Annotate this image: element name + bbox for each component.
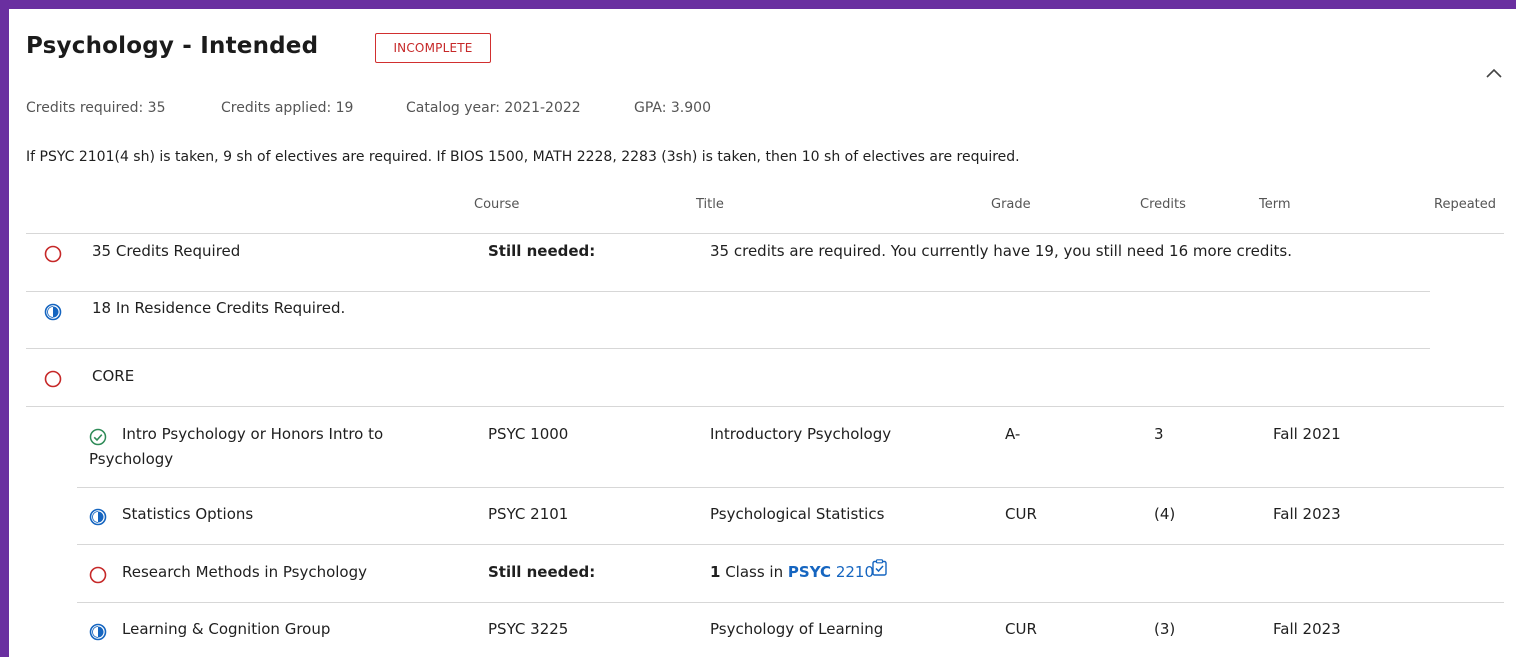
circle-outline-icon	[89, 566, 107, 584]
course-code[interactable]: PSYC 2101	[488, 505, 568, 523]
row-divider	[77, 487, 1504, 488]
credits: 3	[1154, 425, 1164, 443]
half-circle-icon	[89, 623, 107, 641]
gpa: GPA: 3.900	[634, 100, 711, 116]
status-badge: INCOMPLETE	[375, 33, 491, 63]
requirement-label[interactable]: 35 Credits Required	[92, 242, 240, 260]
column-header-term: Term	[1259, 197, 1291, 212]
course-title: Psychology of Learning	[710, 620, 884, 638]
column-header-title: Title	[696, 197, 724, 212]
column-header-course: Course	[474, 197, 520, 212]
needed-text: Class in	[720, 563, 788, 581]
course-title: Psychological Statistics	[710, 505, 885, 523]
check-circle-icon	[89, 428, 107, 446]
requirement-label[interactable]: CORE	[92, 367, 134, 385]
term: Fall 2021	[1273, 425, 1341, 443]
degree-block-card	[0, 0, 1516, 657]
block-title: Psychology - Intended	[26, 33, 319, 59]
requirement-label[interactable]: Learning & Cognition Group	[122, 620, 330, 638]
requirement-label[interactable]: Statistics Options	[122, 505, 253, 523]
grade: A-	[1005, 425, 1021, 443]
row-divider	[77, 544, 1504, 545]
credits-applied: Credits applied: 19	[221, 100, 354, 116]
still-needed-label: Still needed:	[488, 242, 596, 260]
requirement-label-continued[interactable]: Psychology	[89, 450, 173, 468]
still-needed-advice: 1 Class in PSYC 2210	[710, 563, 874, 581]
course-title: Introductory Psychology	[710, 425, 892, 443]
catalog-year: Catalog year: 2021-2022	[406, 100, 581, 116]
needed-count: 1	[710, 563, 721, 581]
column-header-credits: Credits	[1140, 197, 1186, 212]
half-circle-icon	[44, 303, 62, 321]
course-info-icon[interactable]	[872, 559, 887, 576]
chevron-up-icon[interactable]	[1483, 62, 1505, 84]
row-divider	[26, 348, 1430, 349]
row-divider	[26, 233, 1504, 234]
requirement-label[interactable]: Research Methods in Psychology	[122, 563, 367, 581]
row-divider	[26, 406, 1504, 407]
course-code[interactable]: PSYC 1000	[488, 425, 568, 443]
grade: CUR	[1005, 620, 1037, 638]
column-header-grade: Grade	[991, 197, 1031, 212]
requirement-label[interactable]: 18 In Residence Credits Required.	[92, 299, 345, 317]
credits-required: Credits required: 35	[26, 100, 166, 116]
term: Fall 2023	[1273, 620, 1341, 638]
half-circle-icon	[89, 508, 107, 526]
column-header-repeated: Repeated	[1434, 197, 1497, 212]
credits: (3)	[1154, 620, 1176, 638]
term: Fall 2023	[1273, 505, 1341, 523]
circle-outline-icon	[44, 370, 62, 388]
still-needed-label: Still needed:	[488, 563, 596, 581]
circle-outline-icon	[44, 245, 62, 263]
requirement-label[interactable]: Intro Psychology or Honors Intro to	[122, 425, 383, 443]
course-subject-link[interactable]: PSYC	[788, 563, 831, 581]
course-number-link[interactable]: 2210	[836, 563, 874, 581]
course-code[interactable]: PSYC 3225	[488, 620, 568, 638]
credits: (4)	[1154, 505, 1176, 523]
requirement-advice: 35 credits are required. You currently h…	[710, 242, 1292, 260]
row-divider	[26, 291, 1430, 292]
row-divider	[77, 602, 1504, 603]
grade: CUR	[1005, 505, 1037, 523]
block-note: If PSYC 2101(4 sh) is taken, 9 sh of ele…	[26, 149, 1020, 165]
